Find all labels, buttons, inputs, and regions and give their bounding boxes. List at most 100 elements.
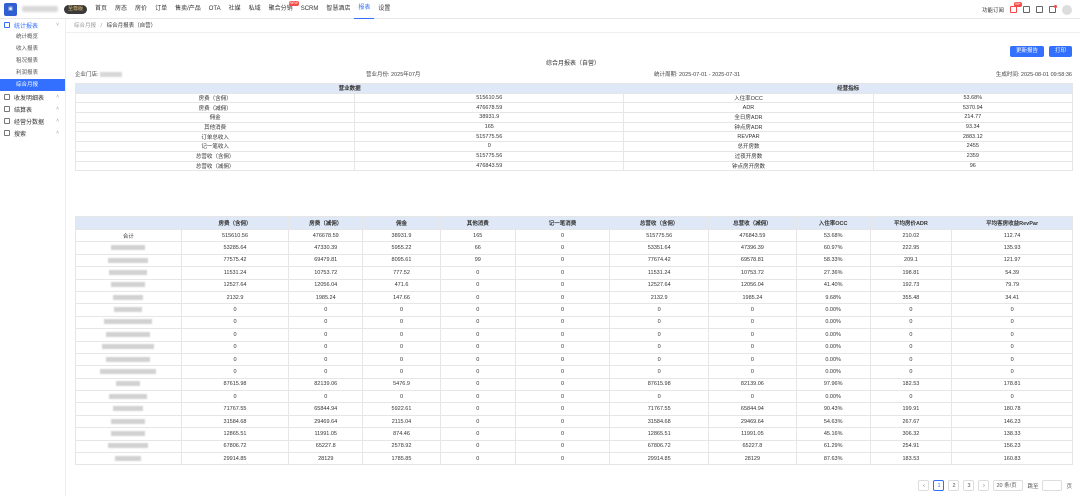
detail-cell: 0	[951, 315, 1073, 330]
detail-cell: 476843.59	[708, 228, 797, 243]
detail-cell: 12865.51	[609, 427, 710, 441]
detail-cell: 2132.9	[609, 290, 710, 305]
avatar[interactable]	[1062, 4, 1072, 15]
breadcrumb-parent[interactable]: 综合月报	[74, 23, 96, 29]
page-suffix: 页	[1066, 483, 1072, 490]
detail-header: 房费（减佣）	[288, 216, 364, 230]
summary-cell: 476843.59	[354, 160, 625, 172]
nav-item[interactable]: 智慧酒店	[322, 0, 354, 19]
table-row: 0 0 0 0 0 0 0 0.00% 0 0	[75, 315, 1073, 330]
message-icon[interactable]: 99+	[1010, 2, 1022, 13]
app-logo-icon[interactable]: ▣	[4, 2, 17, 16]
detail-cell: 0	[362, 340, 441, 354]
blurred-store-name	[111, 430, 146, 436]
table-row: 71767.55 65844.94 5922.61 0 0 71767.55 65844.9…	[75, 402, 1073, 416]
summary-cell: 53.68%	[872, 92, 1074, 104]
detail-cell: 1785.85	[362, 452, 441, 466]
download-icon[interactable]	[1023, 6, 1030, 13]
sidebar-item[interactable]: 租况报表	[0, 55, 65, 67]
nav-item[interactable]: 报表	[354, 0, 375, 19]
page-number-button[interactable]: 2	[948, 480, 960, 491]
detail-cell: 0	[514, 290, 611, 305]
message-badge: 99+	[1014, 2, 1022, 7]
top-navigation-bar: ▣ 至尊版 首页 房态 房价 订单 售卖/产品 OTA 社媒 私域 聚合分销 NEW SCRM 智慧酒…	[0, 0, 1080, 19]
detail-cell: 0	[951, 352, 1073, 367]
nav-item[interactable]: 聚合分销 NEW	[265, 0, 299, 19]
detail-cell: 34.41	[951, 290, 1073, 305]
detail-cell: 90.43%	[795, 402, 871, 416]
sidebar-item[interactable]: 综合月报	[0, 79, 65, 91]
detail-cell: 0	[951, 390, 1073, 404]
detail-cell: 0	[439, 390, 516, 404]
detail-cell	[75, 402, 182, 416]
summary-cell: ADR	[623, 102, 874, 114]
main-nav: 首页 房态 房价 订单 售卖/产品 OTA 社媒 私域 聚合分销 NEW SCRM 智慧酒店 报表 设置	[91, 0, 394, 19]
table-row: 0 0 0 0 0 0 0 0.00% 0 0	[75, 390, 1073, 404]
detail-cell: 31584.68	[180, 414, 290, 429]
nav-item[interactable]: 房态	[111, 0, 131, 19]
breadcrumb: 综合月报 / 综合月报表（自营）	[66, 19, 1080, 33]
print-button[interactable]: 打印	[1048, 46, 1072, 57]
nav-item[interactable]: 社媒	[225, 0, 245, 19]
blurred-store-name	[106, 331, 151, 337]
nav-item[interactable]: 首页	[91, 0, 111, 19]
detail-cell: 0.00%	[795, 303, 871, 317]
summary-cell: 476678.59	[354, 102, 625, 114]
detail-cell: 0	[869, 328, 953, 342]
detail-cell: 65844.94	[288, 402, 364, 416]
detail-header: 入住率OCC	[795, 216, 871, 230]
sidebar-item[interactable]: 利润报表	[0, 67, 65, 79]
page-number-button[interactable]: 1	[933, 480, 945, 491]
table-row: 总营收（含佣） 515775.56 过夜开房数 2359	[74, 150, 1074, 162]
summary-cell: 165	[354, 121, 625, 133]
detail-cell: 0	[180, 315, 290, 330]
detail-cell: 69479.81	[288, 253, 364, 268]
detail-cell: 53.68%	[795, 228, 871, 243]
detail-cell: 0	[609, 328, 710, 342]
detail-cell: 58.33%	[795, 253, 871, 268]
settle-icon	[4, 106, 10, 112]
table-row: 77575.42 69479.81 8095.61 99 0 77674.42 69578.…	[75, 253, 1073, 268]
sidebar-group-label: 搜索	[14, 131, 27, 138]
summary-header: 经营指标	[623, 83, 1073, 94]
jump-page-input[interactable]	[1042, 480, 1063, 491]
page-size-select[interactable]: 20 条/页	[993, 480, 1024, 491]
refresh-report-button[interactable]: 更新报告	[1009, 46, 1044, 57]
nav-item[interactable]: OTA	[205, 0, 225, 19]
sidebar-group[interactable]: 经营分数据 ˄	[0, 115, 65, 127]
page-number-button[interactable]: 3	[963, 480, 975, 491]
sidebar-group[interactable]: 结算表 ˄	[0, 103, 65, 115]
notification-icon[interactable]	[1049, 5, 1057, 13]
nav-item[interactable]: 订单	[151, 0, 171, 19]
sidebar-item[interactable]: 收入报表	[0, 43, 65, 55]
nav-item[interactable]: 设置	[374, 0, 394, 19]
prev-page-button[interactable]: ‹	[918, 480, 930, 491]
nav-item[interactable]: 房价	[131, 0, 151, 19]
detail-cell: 0	[288, 365, 364, 379]
detail-cell: 254.91	[869, 439, 953, 454]
feature-subscription-link[interactable]: 功能订阅	[982, 6, 1004, 14]
sidebar-group[interactable]: 收发明细表 ˄	[0, 91, 65, 103]
sidebar-group-label: 统计报表	[14, 23, 39, 30]
detail-cell: 199.91	[869, 402, 953, 416]
nav-item[interactable]: 售卖/产品	[171, 0, 205, 19]
edit-icon[interactable]	[1036, 6, 1043, 13]
detail-header: 佣金	[362, 216, 441, 230]
detail-cell: 0	[514, 352, 611, 367]
detail-cell: 0	[180, 352, 290, 367]
nav-item[interactable]: SCRM	[297, 0, 323, 19]
detail-cell: 71767.55	[180, 402, 290, 416]
detail-cell: 0.00%	[795, 352, 871, 367]
sidebar-group[interactable]: 统计报表 ˅	[0, 19, 65, 31]
next-page-button[interactable]: ›	[978, 480, 990, 491]
sidebar-item[interactable]: 统计概览	[0, 31, 65, 43]
detail-cell: 29914.85	[609, 452, 710, 466]
table-row: 12865.51 11991.05 874.46 0 0 12865.51 11991.05…	[75, 427, 1073, 441]
table-row: 佣金 38931.9 全日房ADR 214.77	[74, 112, 1074, 123]
detail-cell: 0	[514, 315, 611, 330]
sidebar-group[interactable]: 搜索 ˄	[0, 127, 65, 139]
detail-cell: 87.63%	[795, 452, 871, 466]
detail-cell	[75, 266, 182, 280]
summary-cell: 总营收（含佣）	[74, 150, 356, 162]
nav-item[interactable]: 私域	[245, 0, 265, 19]
